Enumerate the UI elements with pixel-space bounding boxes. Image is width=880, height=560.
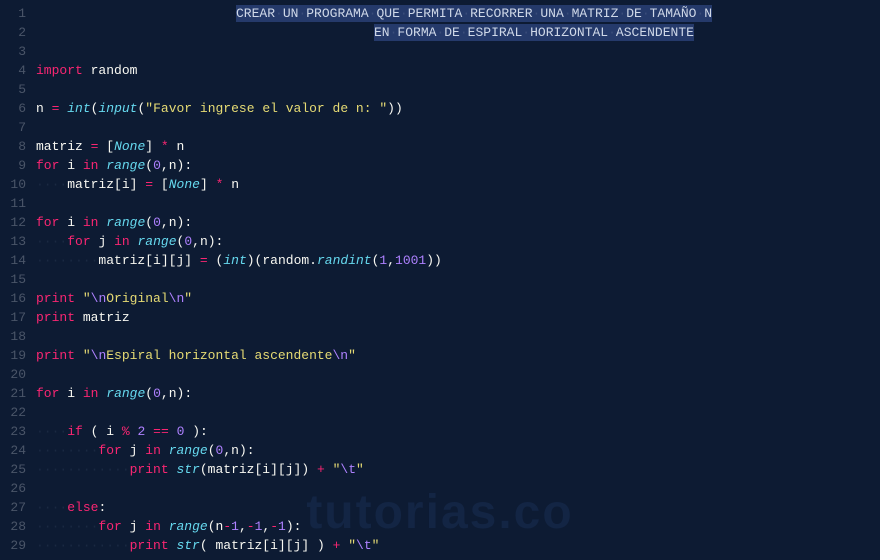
code-line: print "\nEspiral horizontal ascendente\n…	[36, 346, 880, 365]
code-line: print matriz	[36, 308, 880, 327]
line-number: 6	[0, 99, 36, 118]
code-editor[interactable]: 1234567891011121314151617181920212223242…	[0, 0, 880, 560]
header-line-1: CREAR·UN·PROGRAMA·QUE·PERMITA·RECORRER·U…	[36, 4, 880, 23]
line-number: 18	[0, 327, 36, 346]
line-number: 12	[0, 213, 36, 232]
line-number: 9	[0, 156, 36, 175]
line-number: 21	[0, 384, 36, 403]
code-line: ····for j in range(0,n):	[36, 232, 880, 251]
line-number: 1	[0, 4, 36, 23]
code-line: for i in range(0,n):	[36, 213, 880, 232]
line-number: 11	[0, 194, 36, 213]
line-number: 14	[0, 251, 36, 270]
code-line: for i in range(0,n):	[36, 156, 880, 175]
code-line: ············print str( matriz[i][j] ) + …	[36, 536, 880, 555]
line-number: 7	[0, 118, 36, 137]
code-line	[36, 365, 880, 384]
code-line: ····else:	[36, 498, 880, 517]
code-line	[36, 327, 880, 346]
code-line: ········for j in range(n-1,-1,-1):	[36, 517, 880, 536]
code-line	[36, 194, 880, 213]
line-number: 28	[0, 517, 36, 536]
header-line-2: EN·FORMA·DE·ESPIRAL·HORIZONTAL·ASCENDENT…	[36, 23, 880, 42]
code-line	[36, 403, 880, 422]
code-line	[36, 479, 880, 498]
code-line: ····matriz[i] = [None] * n	[36, 175, 880, 194]
code-line	[36, 118, 880, 137]
line-number: 20	[0, 365, 36, 384]
line-number: 22	[0, 403, 36, 422]
code-area[interactable]: CREAR·UN·PROGRAMA·QUE·PERMITA·RECORRER·U…	[36, 0, 880, 560]
line-number: 2	[0, 23, 36, 42]
line-number: 23	[0, 422, 36, 441]
code-line: ········matriz[i][j] = (int)(random.rand…	[36, 251, 880, 270]
line-number: 19	[0, 346, 36, 365]
line-number: 4	[0, 61, 36, 80]
code-line: n = int(input("Favor ingrese el valor de…	[36, 99, 880, 118]
line-number: 8	[0, 137, 36, 156]
line-number: 10	[0, 175, 36, 194]
line-number: 26	[0, 479, 36, 498]
line-number: 5	[0, 80, 36, 99]
line-number: 24	[0, 441, 36, 460]
line-number: 17	[0, 308, 36, 327]
line-number: 15	[0, 270, 36, 289]
code-line: for i in range(0,n):	[36, 384, 880, 403]
line-number: 16	[0, 289, 36, 308]
line-number: 27	[0, 498, 36, 517]
code-line: import random	[36, 61, 880, 80]
line-number: 13	[0, 232, 36, 251]
code-line: ····if ( i % 2 == 0 ):	[36, 422, 880, 441]
line-number-gutter: 1234567891011121314151617181920212223242…	[0, 0, 36, 560]
code-line: matriz = [None] * n	[36, 137, 880, 156]
code-line: ········for j in range(0,n):	[36, 441, 880, 460]
code-line: print "\nOriginal\n"	[36, 289, 880, 308]
code-line	[36, 80, 880, 99]
line-number: 29	[0, 536, 36, 555]
code-line	[36, 42, 880, 61]
line-number: 3	[0, 42, 36, 61]
line-number: 25	[0, 460, 36, 479]
code-line: ············print str(matriz[i][j]) + "\…	[36, 460, 880, 479]
code-line	[36, 270, 880, 289]
